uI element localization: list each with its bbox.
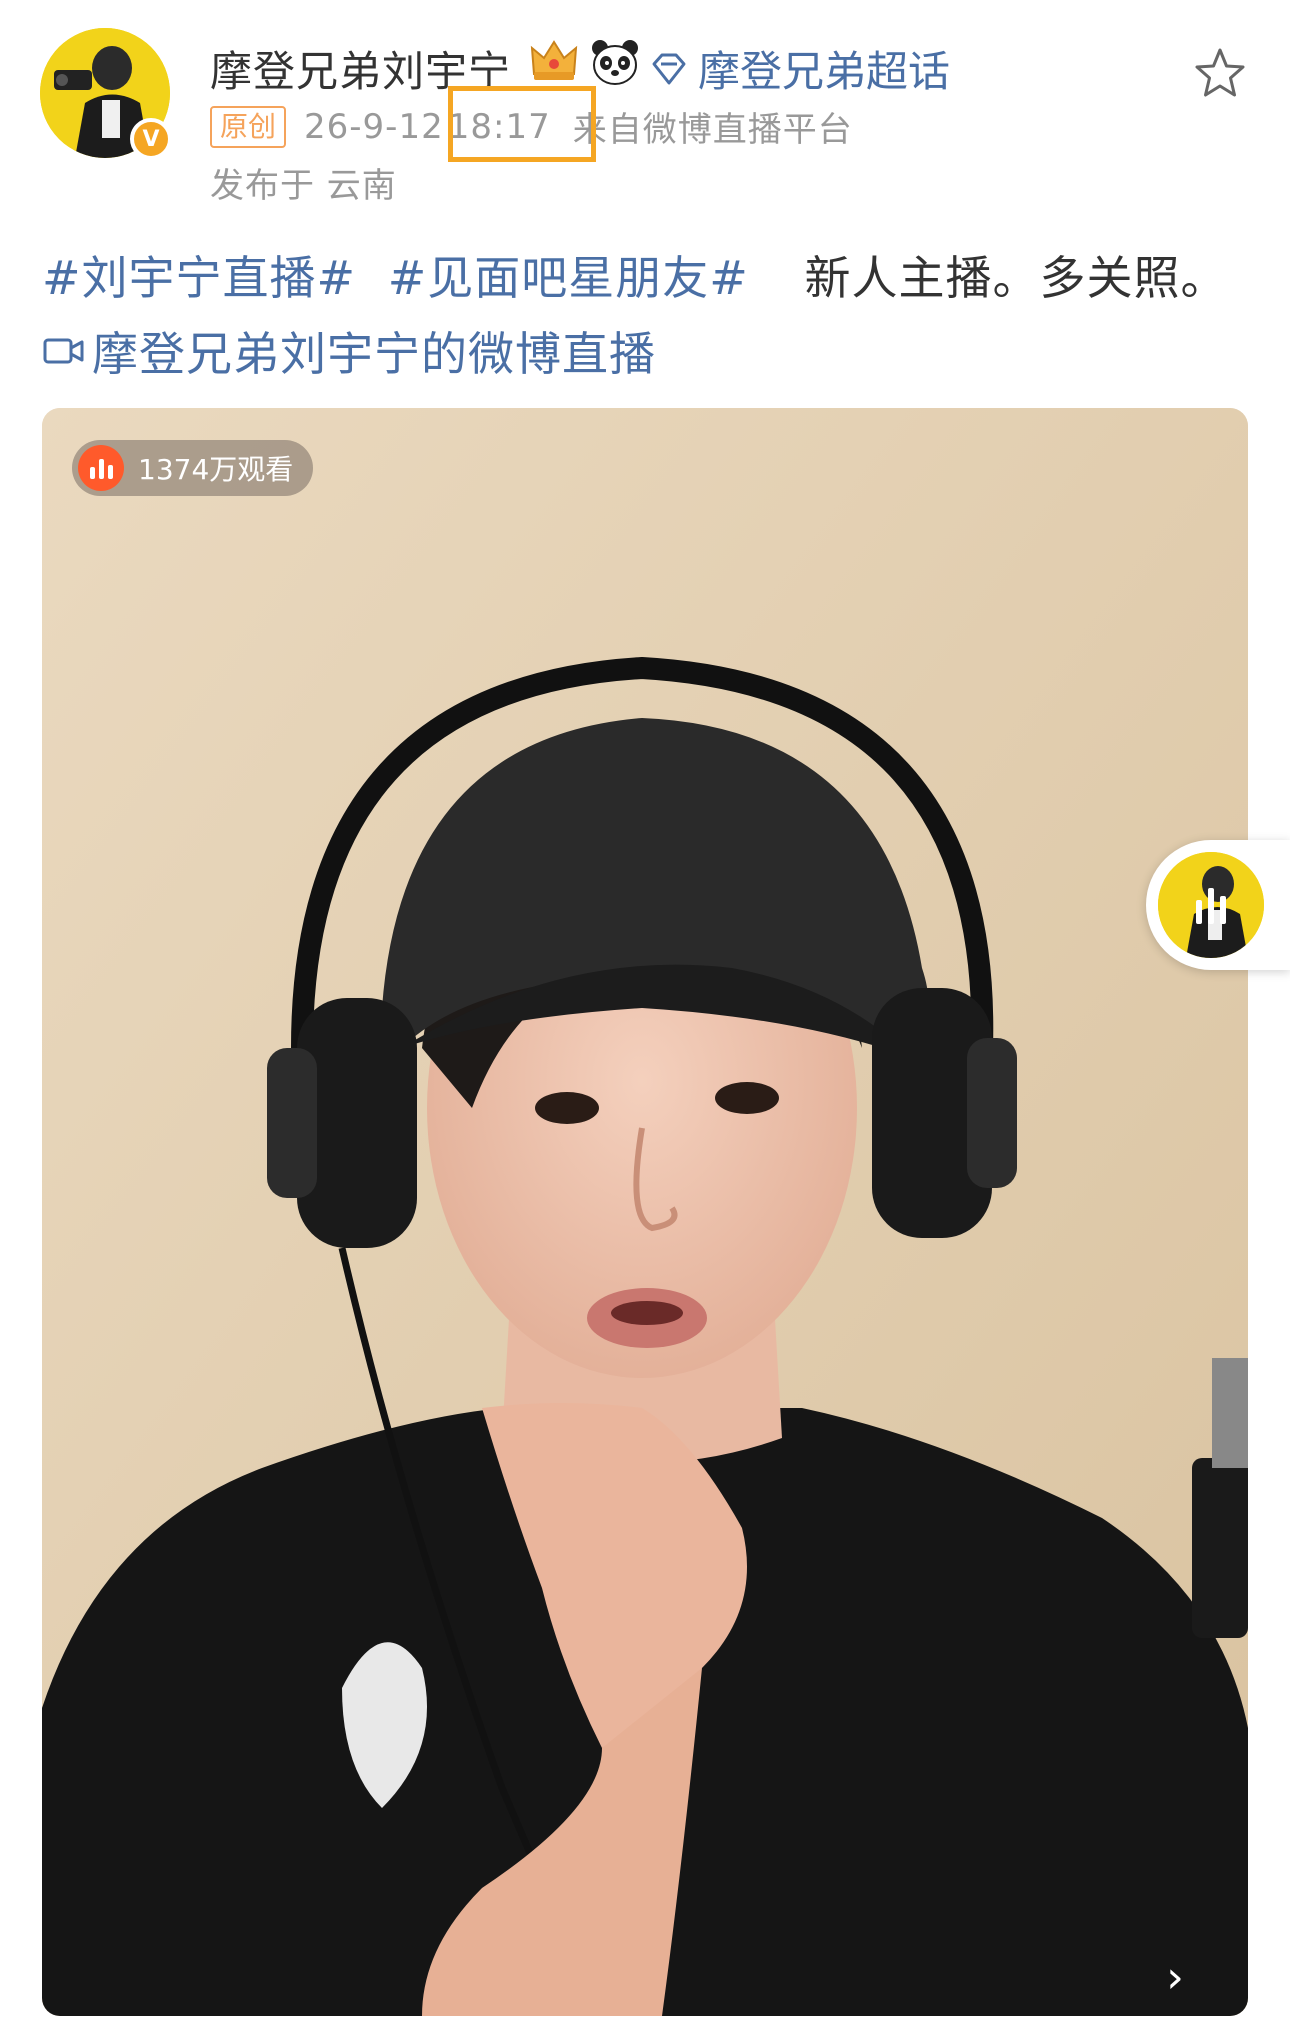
live-stream-link[interactable]: 摩登兄弟刘宇宁的微博直播 — [42, 318, 656, 384]
original-badge: 原创 — [210, 105, 287, 148]
author-avatar[interactable]: V — [40, 28, 172, 160]
floating-live-widget[interactable] — [1146, 840, 1290, 970]
time-highlight-box — [448, 86, 596, 162]
post-body-text: 新人主播。多关照。 — [804, 251, 1228, 305]
panda-icon — [592, 40, 638, 85]
live-link-label[interactable]: 摩登兄弟刘宇宁的微博直播 — [92, 318, 656, 384]
crown-badge-icon — [530, 40, 578, 80]
supertopic-link[interactable]: 摩登兄弟超话 — [650, 38, 950, 99]
hashtag-link[interactable]: #刘宇宁直播# — [42, 251, 356, 305]
floating-live-avatar[interactable] — [1158, 852, 1264, 958]
next-media-button[interactable]: › — [1155, 1953, 1195, 2003]
view-count: 1374万观看 — [138, 453, 294, 486]
supertopic-label[interactable]: 摩登兄弟超话 — [698, 38, 950, 99]
post-text: #刘宇宁直播# #见面吧星朋友# 新人主播。多关照。 — [42, 246, 1252, 310]
favorite-star-icon[interactable] — [1190, 44, 1250, 104]
post-date: 26-9-12 — [304, 106, 444, 147]
live-video-player[interactable]: 1374万观看 — [42, 408, 1248, 2016]
live-bars-icon — [78, 445, 124, 491]
live-playing-icon — [1196, 888, 1226, 924]
live-camera-icon — [43, 338, 84, 364]
view-count-badge: 1374万观看 — [72, 440, 314, 496]
post-header: V 摩登兄弟刘宇宁 摩登兄弟超话 原创 26-9-12 18:17 来自微博直播… — [0, 0, 1290, 206]
verified-v-icon: V — [130, 118, 172, 160]
hashtag-link[interactable]: #见面吧星朋友# — [388, 251, 749, 305]
post-location: 发布于 云南 — [210, 166, 397, 206]
diamond-supertopic-icon — [652, 53, 686, 84]
video-frame-image — [42, 408, 1248, 2016]
post-source: 来自微博直播平台 — [572, 110, 853, 150]
